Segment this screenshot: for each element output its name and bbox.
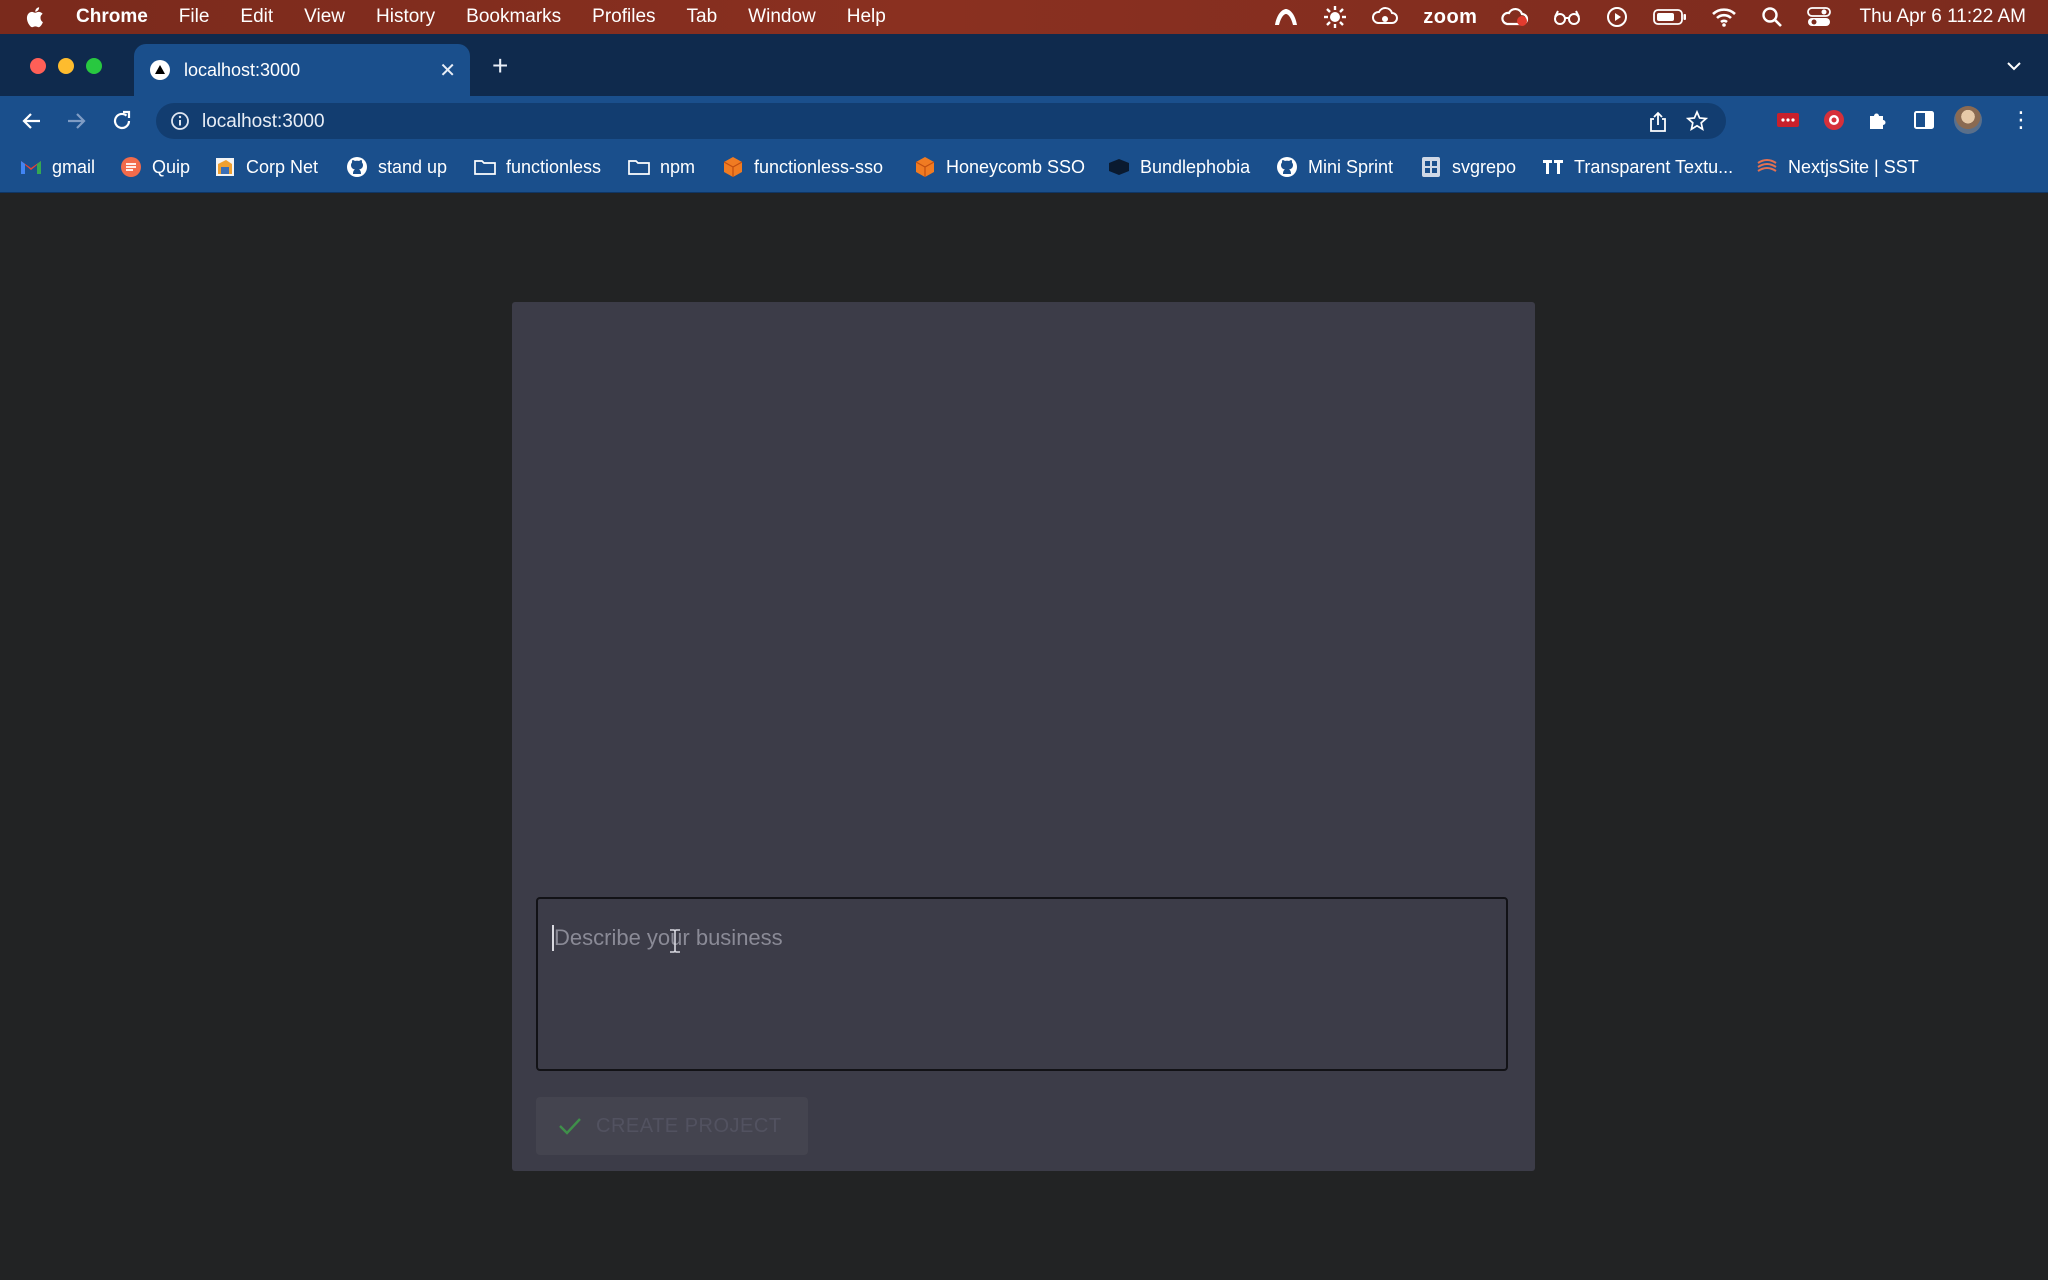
address-bar[interactable]: localhost:3000: [156, 103, 1726, 139]
bookmark-star-icon[interactable]: [1685, 109, 1709, 138]
play-circle-icon[interactable]: [1605, 5, 1629, 29]
browser-toolbar: localhost:3000 ⋮: [0, 96, 2048, 146]
bookmark-label: Transparent Textu...: [1574, 156, 1734, 177]
tab-title: localhost:3000: [184, 60, 301, 80]
quip-icon: [120, 156, 142, 178]
i-beam-cursor-icon: [668, 929, 682, 959]
bookmark-label: Bundlephobia: [1140, 156, 1251, 177]
address-bar-url[interactable]: localhost:3000: [202, 111, 325, 133]
macos-menu-bar: Chrome File Edit View History Bookmarks …: [0, 0, 2048, 34]
bookmark-gmail[interactable]: gmail: [20, 156, 95, 178]
bookmark-stand-up[interactable]: stand up: [346, 156, 447, 178]
bookmark-corp-net[interactable]: Corp Net: [214, 156, 318, 178]
lastpass-extension-icon[interactable]: [1776, 108, 1800, 137]
glasses-icon[interactable]: [1553, 8, 1581, 26]
arc-icon[interactable]: [1273, 7, 1299, 27]
share-icon[interactable]: [1648, 111, 1668, 139]
svgrepo-icon: [1420, 156, 1442, 178]
battery-icon[interactable]: [1653, 8, 1687, 26]
bookmark-label: Quip: [152, 156, 191, 177]
new-tab-plus-icon[interactable]: +: [492, 52, 508, 80]
extensions-puzzle-icon[interactable]: [1866, 108, 1890, 137]
folder-icon: [474, 156, 496, 178]
gmail-icon: [20, 156, 42, 178]
bundlephobia-icon: [1108, 156, 1130, 178]
tt-icon: [1542, 156, 1564, 178]
menu-file[interactable]: File: [179, 6, 210, 28]
bookmark-mini-sprint[interactable]: Mini Sprint: [1276, 156, 1393, 178]
site-info-icon[interactable]: [170, 111, 190, 137]
bookmark-svgrepo[interactable]: svgrepo: [1420, 156, 1516, 178]
wifi-icon[interactable]: [1711, 7, 1737, 27]
menu-window[interactable]: Window: [748, 6, 816, 28]
bookmark-bundlephobia[interactable]: Bundlephobia: [1108, 156, 1250, 178]
profile-avatar[interactable]: [1954, 106, 1982, 134]
bookmark-label: stand up: [378, 156, 448, 177]
create-project-label: CREATE PROJECT: [596, 1114, 782, 1137]
chrome-menu-kebab-icon[interactable]: ⋮: [2010, 106, 2032, 134]
bookmark-label: Mini Sprint: [1308, 156, 1394, 177]
browser-tab-active[interactable]: localhost:3000 ✕: [134, 44, 470, 96]
bookmark-functionless-sso[interactable]: functionless-sso: [722, 156, 883, 178]
sun-gear-icon[interactable]: [1323, 5, 1347, 29]
bookmark-label: NextjsSite | SST: [1788, 156, 1919, 177]
github-icon: [346, 156, 368, 178]
bookmark-npm[interactable]: npm: [628, 156, 695, 178]
project-form-card: Describe your business CREATE PROJECT: [512, 302, 1535, 1171]
web-page-content: Describe your business CREATE PROJECT: [0, 193, 2048, 1280]
bookmark-label: Honeycomb SSO: [946, 156, 1086, 177]
sst-icon: [1756, 156, 1778, 178]
box-icon: [722, 156, 744, 178]
vercel-favicon-icon: [150, 60, 170, 85]
creative-cloud-icon[interactable]: [1501, 6, 1529, 28]
reload-icon[interactable]: [110, 109, 134, 138]
menu-edit[interactable]: Edit: [240, 6, 273, 28]
github-icon: [1276, 156, 1298, 178]
control-center-icon[interactable]: [1807, 6, 1832, 28]
describe-business-textarea[interactable]: Describe your business: [536, 897, 1508, 1071]
browser-tab-strip: localhost:3000 ✕ +: [0, 34, 2048, 96]
window-zoom-button[interactable]: [86, 58, 102, 74]
bookmark-label: functionless: [506, 156, 602, 177]
tab-close-icon[interactable]: ✕: [439, 58, 456, 83]
bookmark-quip[interactable]: Quip: [120, 156, 190, 178]
menu-profiles[interactable]: Profiles: [592, 6, 655, 28]
window-close-button[interactable]: [30, 58, 46, 74]
bookmark-label: functionless-sso: [754, 156, 884, 177]
forward-arrow-icon[interactable]: [64, 109, 88, 138]
side-panel-icon[interactable]: [1912, 108, 1936, 137]
menu-bar-clock[interactable]: Thu Apr 6 11:22 AM: [1859, 6, 2026, 28]
box-icon: [914, 156, 936, 178]
window-minimize-button[interactable]: [58, 58, 74, 74]
bookmark-label: npm: [660, 156, 696, 177]
bookmark-transparent-textures[interactable]: Transparent Textu...: [1542, 156, 1733, 178]
zoom-menu-item[interactable]: zoom: [1423, 6, 1477, 29]
bookmark-label: svgrepo: [1452, 156, 1517, 177]
tab-search-chevron-icon[interactable]: [2006, 58, 2022, 76]
menu-history[interactable]: History: [376, 6, 435, 28]
menu-help[interactable]: Help: [847, 6, 886, 28]
apple-icon[interactable]: [26, 5, 50, 29]
spotlight-search-icon[interactable]: [1761, 6, 1783, 28]
bookmark-label: Corp Net: [246, 156, 319, 177]
folder-icon: [628, 156, 650, 178]
menu-app-name[interactable]: Chrome: [76, 6, 148, 28]
bookmark-nextjssite-sst[interactable]: NextjsSite | SST: [1756, 156, 1919, 178]
bookmark-label: gmail: [52, 156, 96, 177]
corp-net-icon: [214, 156, 236, 178]
create-project-button[interactable]: CREATE PROJECT: [536, 1097, 808, 1155]
check-icon: [558, 1116, 582, 1136]
menu-tab[interactable]: Tab: [687, 6, 718, 28]
bookmark-honeycomb-sso[interactable]: Honeycomb SSO: [914, 156, 1085, 178]
bookmark-functionless[interactable]: functionless: [474, 156, 601, 178]
bookmarks-bar: gmail Quip Corp Net stand up functionles…: [0, 146, 2048, 193]
menu-view[interactable]: View: [304, 6, 345, 28]
cloud-sync-icon[interactable]: [1371, 6, 1399, 28]
back-arrow-icon[interactable]: [20, 109, 44, 138]
red-extension-icon[interactable]: [1822, 108, 1846, 137]
menu-bookmarks[interactable]: Bookmarks: [466, 6, 561, 28]
